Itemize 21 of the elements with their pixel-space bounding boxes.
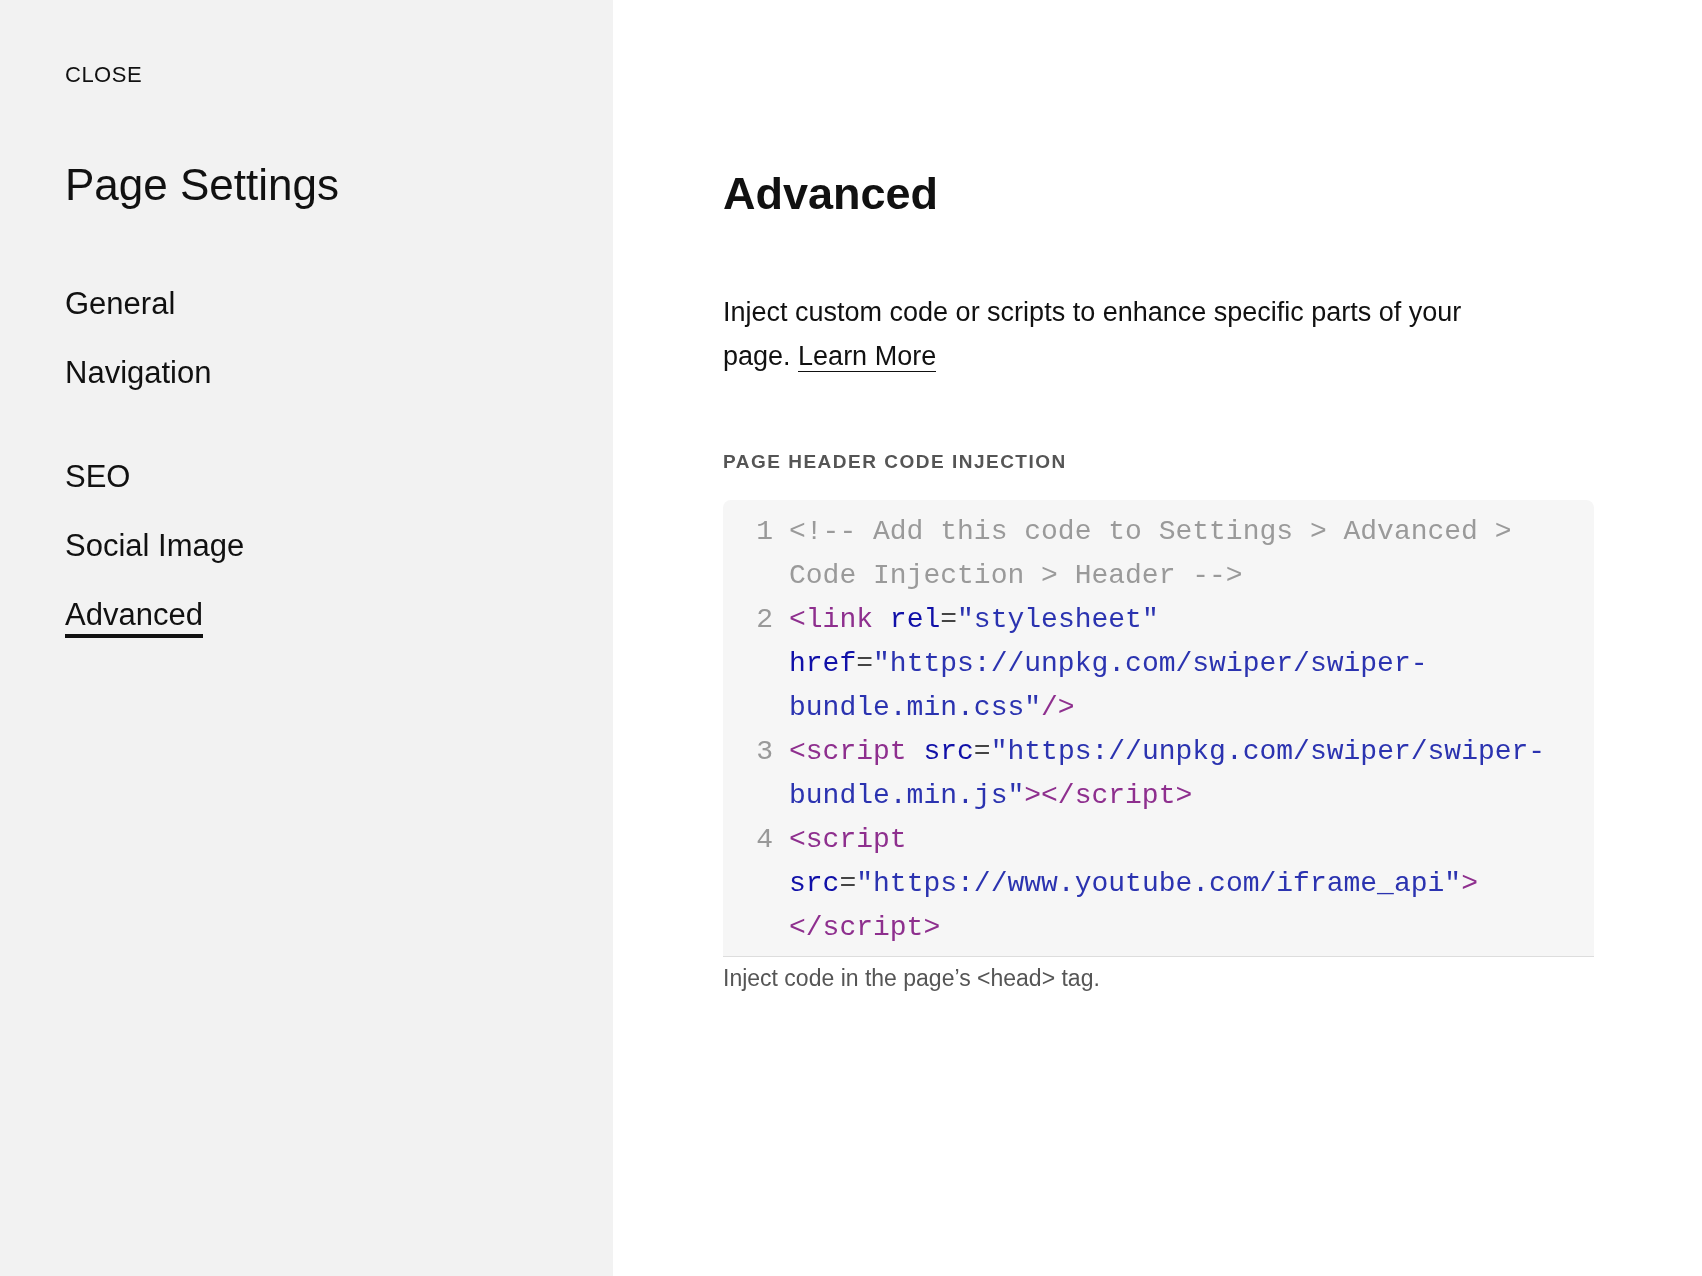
nav-item[interactable]: Social Image (65, 529, 245, 570)
learn-more-link[interactable]: Learn More (798, 341, 937, 372)
code-editor[interactable] (723, 500, 1594, 957)
line-number: 2 (755, 603, 773, 637)
code-line: <!-- Add this code to Settings > Advanced > Code Injection > Header --> (789, 515, 1513, 593)
nav-item[interactable]: Navigation (65, 356, 212, 397)
nav-item[interactable]: Advanced (65, 598, 203, 639)
code-line: <script src="https://www.youtube.com/iframe_api"> </script> (789, 823, 1479, 945)
line-number: 4 (755, 823, 773, 857)
sidebar-title: Page Settings (65, 160, 339, 210)
help-text: Inject code in the page’s <head> tag. (723, 965, 1101, 992)
field-label: PAGE HEADER CODE INJECTION (723, 451, 1068, 473)
close-link[interactable]: CLOSE (65, 62, 143, 88)
code-line: <link rel="stylesheet" href="https://unpkg.com/swiper/swiper-bundle.min.css"/> (789, 603, 1429, 725)
nav-item[interactable]: SEO (65, 460, 131, 501)
code-line: <script src="https://unpkg.com/swiper/swiper-bundle.min.js"></script> (789, 735, 1547, 813)
description-text: Inject custom code or scripts to enhance specific parts of your page. Learn More (723, 296, 1463, 374)
line-number: 3 (755, 735, 773, 769)
section-title: Advanced (723, 168, 940, 220)
nav-item[interactable]: General (65, 287, 176, 328)
line-number: 1 (755, 515, 773, 549)
